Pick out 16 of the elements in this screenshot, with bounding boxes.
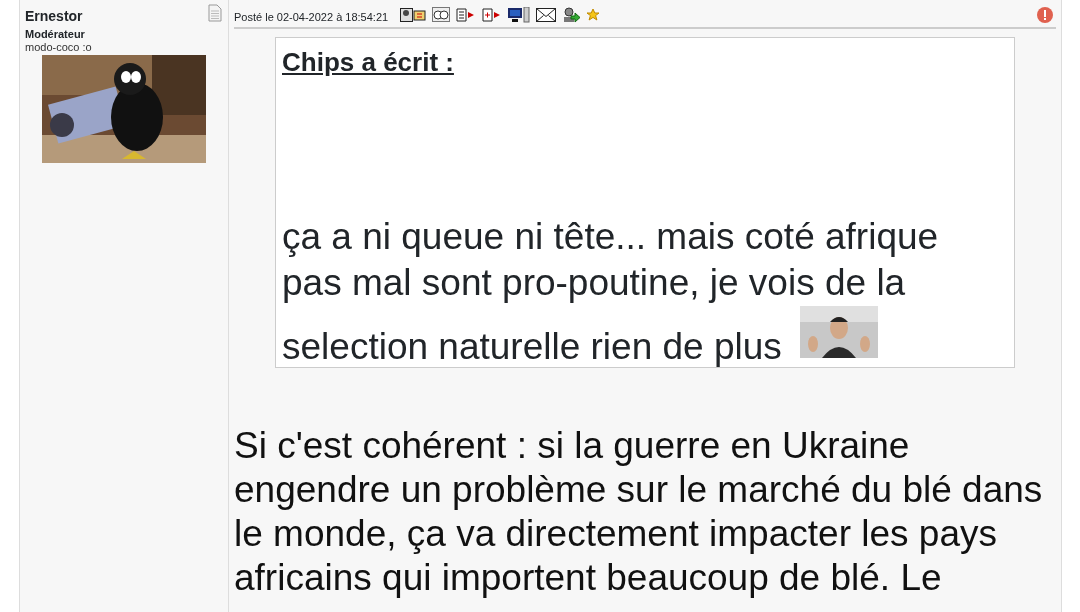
user-arrow-icon[interactable] [562,6,581,23]
post-text: Si c'est cohérent : si la guerre en Ukraine engendre un problème sur le marché du blé dans le monde, ça va directement impacter les pays africains qui importent beaucoup de blé. Le [234,424,1044,600]
username: Ernestor [25,8,83,24]
user-title: modo-coco :o [25,41,93,53]
quote-author: Chips a écrit : [282,46,455,79]
quote-text: selection naturelle rien de plus [282,325,782,369]
eyes-icon[interactable] [432,7,451,22]
quote-text: ça a ni queue ni tête... mais coté afrique [282,215,940,259]
star-icon[interactable] [586,7,601,22]
alert-icon[interactable] [1036,5,1054,24]
profile-card-icon[interactable] [400,7,427,22]
envelope-icon[interactable] [536,7,557,22]
user-rank: Modérateur [25,28,86,41]
computer-icon[interactable] [508,6,531,23]
post-date: Posté le 02-04-2022 à 18:54:21 [234,10,389,26]
quote-text: pas mal sont pro-poutine, je vois de la [282,261,907,305]
